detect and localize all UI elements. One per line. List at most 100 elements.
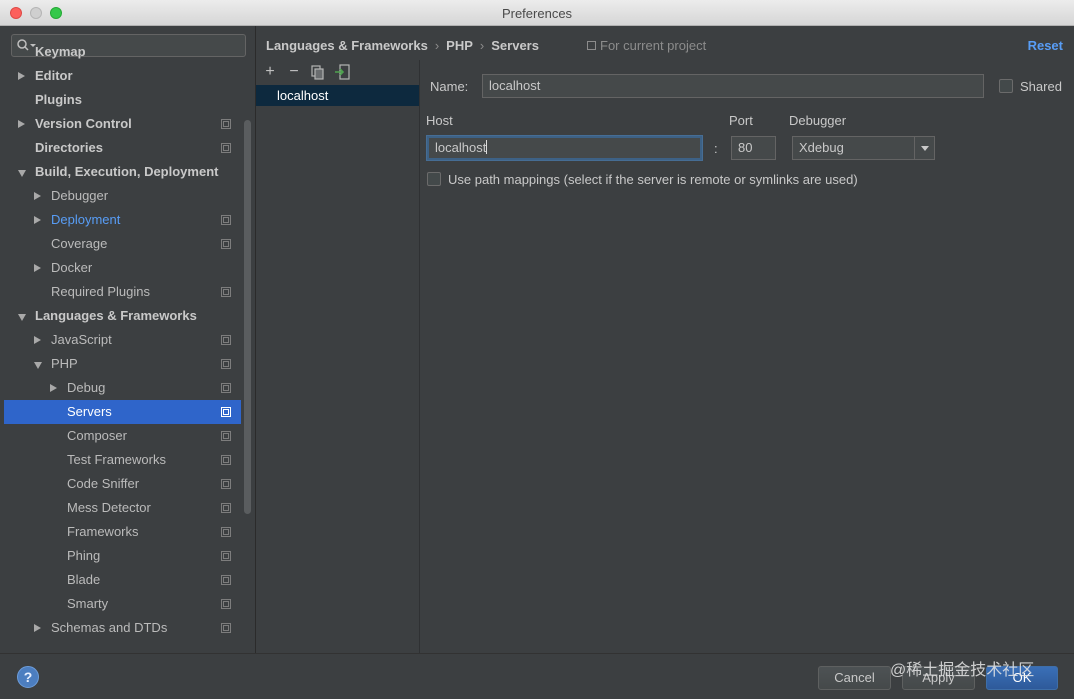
project-scope-icon (221, 407, 231, 417)
text-caret (486, 140, 488, 154)
project-scope-icon (587, 41, 596, 50)
add-icon[interactable]: + (262, 64, 278, 80)
collapsed-arrow-icon[interactable] (34, 192, 41, 200)
watermark: @稀土掘金技术社区 (890, 662, 1035, 679)
server-form: Name: localhost Shared Host Port Debugge… (420, 60, 1074, 653)
sidebar-scrollbar[interactable] (244, 120, 251, 514)
sidebar-item-test-frameworks[interactable]: Test Frameworks (4, 448, 241, 472)
collapsed-arrow-icon[interactable] (34, 264, 41, 272)
sidebar-item-editor[interactable]: Editor (4, 64, 241, 88)
breadcrumb-servers: Servers (491, 38, 539, 53)
name-label: Name: (430, 79, 469, 94)
project-scope-icon (221, 551, 231, 561)
sidebar-item-label: Build, Execution, Deployment (35, 164, 219, 179)
sidebar-item-schemas-and-dtds[interactable]: Schemas and DTDs (4, 616, 241, 640)
sidebar-item-directories[interactable]: Directories (4, 136, 241, 160)
reset-link[interactable]: Reset (1028, 38, 1063, 53)
collapsed-arrow-icon[interactable] (34, 624, 41, 632)
sidebar-item-label: Phing (67, 548, 101, 563)
project-scope-icon (221, 287, 231, 297)
project-scope-icon (221, 527, 231, 537)
sidebar-item-version-control[interactable]: Version Control (4, 112, 241, 136)
sidebar-item-plugins[interactable]: Plugins (4, 88, 241, 112)
sidebar-item-code-sniffer[interactable]: Code Sniffer (4, 472, 241, 496)
sidebar-item-label: Directories (35, 140, 103, 155)
sidebar-item-blade[interactable]: Blade (4, 568, 241, 592)
expanded-arrow-icon[interactable] (34, 362, 42, 369)
debugger-select[interactable]: Xdebug (792, 136, 935, 160)
collapsed-arrow-icon[interactable] (34, 216, 41, 224)
sidebar-item-coverage[interactable]: Coverage (4, 232, 241, 256)
sidebar-item-required-plugins[interactable]: Required Plugins (4, 280, 241, 304)
sidebar-item-docker[interactable]: Docker (4, 256, 241, 280)
name-field[interactable]: localhost (482, 74, 984, 98)
window-title: Preferences (501, 6, 573, 21)
sidebar-item-label: Version Control (35, 116, 132, 131)
path-mappings-checkbox[interactable] (427, 172, 441, 186)
sidebar-item-deployment[interactable]: Deployment (4, 208, 241, 232)
sidebar-item-composer[interactable]: Composer (4, 424, 241, 448)
collapsed-arrow-icon[interactable] (18, 120, 25, 128)
collapsed-arrow-icon[interactable] (18, 72, 25, 80)
sidebar-item-phing[interactable]: Phing (4, 544, 241, 568)
sidebar-item-php[interactable]: PHP (4, 352, 241, 376)
sidebar-item-label: Mess Detector (67, 500, 151, 515)
expanded-arrow-icon[interactable] (18, 170, 26, 177)
project-scope-icon (221, 623, 231, 633)
sidebar-item-servers[interactable]: Servers (4, 400, 241, 424)
scope-label: For current project (600, 38, 707, 53)
sidebar-item-debugger[interactable]: Debugger (4, 184, 241, 208)
project-scope-icon (221, 479, 231, 489)
sidebar-item-label: Languages & Frameworks (35, 308, 197, 323)
project-scope-icon (221, 431, 231, 441)
sidebar-item-javascript[interactable]: JavaScript (4, 328, 241, 352)
breadcrumb-php[interactable]: PHP (446, 38, 473, 53)
sidebar-item-label: Smarty (67, 596, 109, 611)
settings-sidebar: Keymap Editor Plugins Version Control Direct… (0, 26, 256, 653)
shared-checkbox[interactable] (999, 79, 1013, 93)
sidebar-item-label: Servers (67, 404, 112, 419)
sidebar-item-languages-frameworks[interactable]: Languages & Frameworks (4, 304, 241, 328)
project-scope-icon (221, 503, 231, 513)
shared-label[interactable]: Shared (1020, 79, 1062, 94)
port-label: Port (729, 113, 753, 128)
port-field[interactable]: 80 (731, 136, 776, 160)
sidebar-item-label: Blade (67, 572, 101, 587)
breadcrumb: Languages & Frameworks › PHP › Servers (266, 38, 539, 56)
sidebar-item-smarty[interactable]: Smarty (4, 592, 241, 616)
chevron-right-icon: › (479, 38, 485, 53)
sidebar-item-frameworks[interactable]: Frameworks (4, 520, 241, 544)
project-scope-icon (221, 359, 231, 369)
debugger-value: Xdebug (799, 140, 844, 155)
path-mappings-label[interactable]: Use path mappings (select if the server … (448, 172, 858, 187)
scope-indicator: For current project (587, 38, 706, 53)
cancel-button[interactable]: Cancel (818, 666, 891, 690)
sidebar-item-mess-detector[interactable]: Mess Detector (4, 496, 241, 520)
collapsed-arrow-icon[interactable] (34, 336, 41, 344)
collapsed-arrow-icon[interactable] (50, 384, 57, 392)
sidebar-item-label: Code Sniffer (67, 476, 140, 491)
project-scope-icon (221, 215, 231, 225)
copy-icon[interactable] (310, 64, 326, 80)
server-list-item[interactable]: localhost (256, 85, 419, 106)
sidebar-item-keymap[interactable]: Keymap (4, 40, 241, 64)
sidebar-item-label: Frameworks (67, 524, 139, 539)
help-icon[interactable]: ? (17, 666, 39, 688)
import-icon[interactable] (334, 64, 350, 80)
project-scope-icon (221, 575, 231, 585)
sidebar-item-build-execution-deployment[interactable]: Build, Execution, Deployment (4, 160, 241, 184)
expanded-arrow-icon[interactable] (18, 314, 26, 321)
sidebar-item-label: Test Frameworks (67, 452, 166, 467)
chevron-down-icon[interactable] (914, 137, 934, 159)
sidebar-item-label: Required Plugins (51, 284, 151, 299)
sidebar-item-label: Debugger (51, 188, 109, 203)
remove-icon[interactable]: − (286, 64, 302, 80)
host-field[interactable]: localhost (427, 136, 702, 160)
sidebar-item-label: Schemas and DTDs (51, 620, 168, 635)
breadcrumb-languages-frameworks[interactable]: Languages & Frameworks (266, 38, 428, 53)
sidebar-item-debug[interactable]: Debug (4, 376, 241, 400)
sidebar-item-label: Composer (67, 428, 127, 443)
sidebar-item-label: Debug (67, 380, 106, 395)
project-scope-icon (221, 335, 231, 345)
project-scope-icon (221, 599, 231, 609)
